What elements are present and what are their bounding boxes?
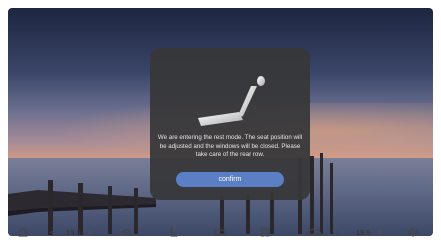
car-icon[interactable] [213,226,227,240]
right-temp-increase-button[interactable]: > [378,226,383,240]
seat-icon [198,76,265,126]
seat-heat-icon[interactable] [169,226,179,240]
car-side-icon[interactable] [306,226,322,240]
rest-mode-dialog: We are entering the rest mode. The seat … [150,48,310,200]
bottom-control-bar: < 19.5 > < 19.5 > [8,226,433,240]
left-temperature: 19.5 [66,228,81,237]
right-temperature: 19.5 [356,228,371,237]
home-icon[interactable] [18,226,28,240]
background-wallpaper: We are entering the rest mode. The seat … [8,8,433,236]
left-temp-decrease-button[interactable]: < [50,226,55,240]
defrost-icon[interactable] [121,226,133,240]
apps-icon[interactable] [260,226,270,240]
right-temp-decrease-button[interactable]: < [341,226,346,240]
confirm-button[interactable]: confirm [176,172,284,187]
dialog-message: We are entering the rest mode. The seat … [157,134,303,159]
volume-icon[interactable] [407,226,419,240]
left-temp-increase-button[interactable]: > [88,226,93,240]
